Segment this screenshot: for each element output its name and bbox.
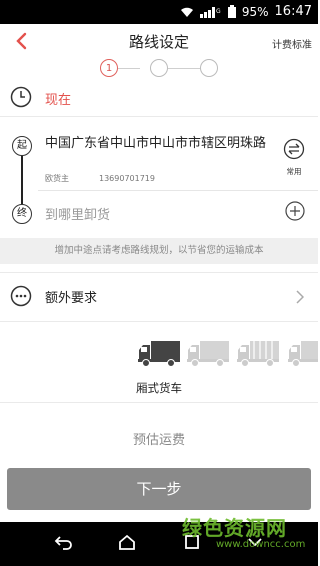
app-header: 路线设定 计费标准 (0, 24, 318, 58)
step-3 (200, 59, 218, 77)
start-address[interactable]: 中国广东省中山市中山市市辖区明珠路 (45, 135, 275, 152)
step-2 (150, 59, 168, 77)
watermark: 绿色资源网 www.downcc.com (182, 512, 318, 552)
estimate-section: 预估运费 (0, 402, 318, 463)
watermark-url: www.downcc.com (216, 539, 306, 550)
destination-input[interactable]: 到哪里卸货 (45, 204, 110, 223)
signal-icon: G (199, 6, 222, 18)
route-hint: 增加中途点请考虑路线规划，以节省您的运输成本 (0, 238, 318, 264)
swap-label: 常用 (286, 167, 302, 176)
end-badge: 终 (12, 204, 32, 224)
truck-icon[interactable] (186, 338, 230, 372)
battery-percent: 95% (241, 4, 269, 19)
start-badge: 起 (12, 136, 32, 156)
common-address-button[interactable]: 常用 (283, 138, 305, 178)
extra-requirements-label: 额外要求 (45, 291, 98, 306)
status-bar: G 95% 16:47 (0, 0, 318, 24)
clock-time: 16:47 (274, 4, 312, 19)
estimate-label: 预估运费 (132, 433, 185, 448)
truck-icon[interactable] (287, 338, 318, 372)
time-selector[interactable]: 现在 (0, 80, 318, 117)
route-line (21, 156, 23, 204)
divider (38, 190, 318, 191)
wifi-icon (180, 6, 194, 18)
step-1: 1 (100, 59, 118, 77)
next-button[interactable]: 下一步 (7, 468, 311, 510)
step-connector (118, 68, 140, 69)
contact-info: 欧货主 13690701719 (45, 173, 155, 184)
plus-circle-icon[interactable] (285, 201, 305, 225)
time-value: 现在 (45, 93, 72, 108)
contact-phone: 13690701719 (99, 174, 155, 183)
truck-icon[interactable] (137, 338, 181, 372)
more-dots-icon (10, 285, 32, 311)
clock-icon (10, 86, 32, 112)
step-connector (168, 68, 200, 69)
watermark-title: 绿色资源网 (182, 516, 287, 540)
vehicle-selector: 厢式货车 (0, 330, 318, 402)
extra-requirements-row[interactable]: 额外要求 (0, 272, 318, 322)
nav-home-icon[interactable] (118, 534, 136, 554)
page-title: 路线设定 (128, 33, 189, 51)
svg-text:G: G (216, 8, 221, 15)
swap-icon (283, 138, 305, 164)
nav-back-icon[interactable] (54, 534, 74, 554)
route-section: 起 终 中国广东省中山市中山市市辖区明珠路 欧货主 13690701719 常用 … (0, 118, 318, 230)
contact-name: 欧货主 (45, 174, 69, 183)
truck-icon[interactable] (236, 338, 280, 372)
fee-standard-link[interactable]: 计费标准 (272, 36, 312, 51)
step-indicator: 1 (0, 58, 318, 81)
selected-vehicle-label: 厢式货车 (136, 381, 182, 395)
chevron-right-icon (296, 289, 305, 308)
battery-icon (227, 5, 236, 18)
